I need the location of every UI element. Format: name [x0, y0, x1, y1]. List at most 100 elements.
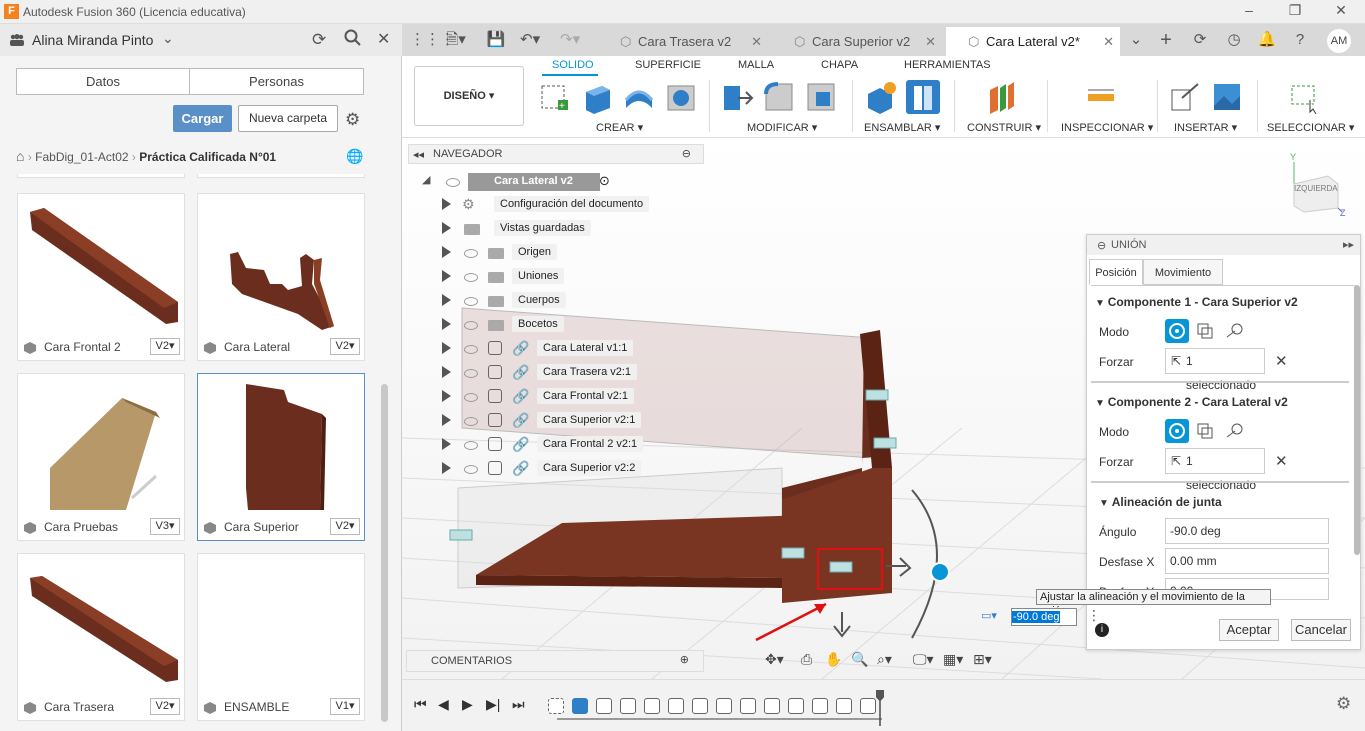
eye-icon[interactable] — [464, 369, 478, 378]
more-options-icon[interactable]: ⋮ — [1087, 607, 1101, 624]
file-card[interactable]: Cara Lateral V2▾ — [197, 193, 365, 361]
eye-icon[interactable] — [464, 249, 478, 258]
expand-arrow-icon[interactable] — [442, 342, 451, 354]
nav-item[interactable]: 🔗 Cara Superior v2:1 — [442, 412, 682, 432]
nav-item[interactable]: 🔗 Cara Frontal 2 v2:1 — [442, 436, 682, 456]
pan-icon[interactable]: ✋ — [825, 651, 842, 668]
nav-item[interactable]: Bocetos — [442, 316, 682, 336]
expand-arrow-icon[interactable] — [442, 462, 451, 474]
upload-button[interactable]: Cargar — [173, 105, 232, 132]
team-icon[interactable] — [9, 34, 25, 46]
expand-arrow-icon[interactable] — [442, 390, 451, 402]
nav-item[interactable]: 🔗 Cara Lateral v1:1 — [442, 340, 682, 360]
tab-chapa[interactable]: CHAPA — [821, 59, 858, 71]
extrude-icon[interactable] — [580, 80, 614, 114]
timeline-joint-feature[interactable] — [596, 698, 612, 714]
collapse-icon[interactable]: ◂◂ — [413, 148, 424, 161]
scrollbar[interactable] — [381, 384, 388, 722]
ok-button[interactable]: Aceptar — [1219, 619, 1279, 641]
timeline-joint-feature[interactable] — [716, 698, 732, 714]
two-edge-intersection-icon[interactable] — [1223, 319, 1247, 343]
go-to-end-icon[interactable]: ⏭ — [512, 696, 525, 713]
timeline-extrude-feature[interactable] — [572, 698, 588, 714]
tab-datos[interactable]: Datos — [16, 68, 190, 95]
file-card[interactable]: ENSAMBLE V1▾ — [197, 553, 365, 721]
component1-section[interactable]: Componente 1 - Cara Superior v2 — [1095, 295, 1298, 309]
doc-tab[interactable]: ⬡ Cara Trasera v2 ✕ — [598, 27, 768, 56]
activate-icon[interactable]: ⊙ — [599, 173, 610, 189]
clear-selection-icon[interactable]: ✕ — [1275, 352, 1288, 370]
fillet-icon[interactable] — [762, 80, 796, 114]
timeline-settings-icon[interactable]: ⚙ — [1336, 694, 1351, 714]
tab-movimiento[interactable]: Movimiento — [1143, 259, 1223, 285]
cancel-button[interactable]: Cancelar — [1291, 619, 1351, 641]
press-pull-icon[interactable] — [720, 80, 754, 114]
timeline-joint-feature[interactable] — [668, 698, 684, 714]
nav-item[interactable]: ⚙ Configuración del documento — [442, 196, 682, 216]
maximize-icon[interactable]: ❐ — [1284, 2, 1306, 22]
tab-herramientas[interactable]: HERRAMIENTAS — [904, 59, 991, 71]
two-edge-intersection-icon[interactable] — [1223, 419, 1247, 443]
hole-icon[interactable] — [664, 80, 698, 114]
expand-arrow-icon[interactable] — [442, 438, 451, 450]
version-dropdown[interactable]: V2▾ — [150, 698, 180, 715]
timeline-joint-feature[interactable] — [740, 698, 756, 714]
comments-panel[interactable]: COMENTARIOS ⊕ — [406, 650, 704, 672]
nav-item[interactable]: Uniones — [442, 268, 682, 288]
dialog-scrollbar[interactable] — [1354, 285, 1360, 555]
timeline-marker[interactable] — [876, 690, 884, 726]
navigator-header[interactable]: ◂◂ NAVEGADOR ⊖ — [408, 144, 704, 164]
expand-icon[interactable]: ▸▸ — [1343, 238, 1354, 251]
version-dropdown[interactable]: V2▾ — [330, 338, 360, 355]
selection-box[interactable]: ⇱ 1 seleccionado — [1165, 448, 1265, 492]
close-tab-icon[interactable]: ✕ — [925, 27, 936, 56]
timeline-joint-feature[interactable] — [860, 698, 876, 714]
zoom-window-icon[interactable]: ⌕▾ — [877, 651, 892, 668]
version-dropdown[interactable]: V2▾ — [330, 518, 360, 535]
measure-icon[interactable] — [1084, 80, 1118, 114]
nav-item[interactable]: Vistas guardadas — [442, 220, 682, 240]
angle-type-icon[interactable]: ▭▾ — [981, 609, 997, 622]
expand-arrow-icon[interactable] — [442, 246, 451, 258]
group-crear[interactable]: CREAR ▾ — [596, 121, 643, 134]
nav-item[interactable]: Origen — [442, 244, 682, 264]
eye-icon[interactable] — [446, 178, 460, 187]
timeline-joint-feature[interactable] — [788, 698, 804, 714]
save-icon[interactable]: 💾 — [486, 30, 506, 50]
workspace-switcher[interactable]: DISEÑO ▾ — [414, 66, 524, 126]
eye-icon[interactable] — [464, 441, 478, 450]
play-icon[interactable]: ▶ — [462, 696, 473, 713]
dialog-header[interactable]: ⊖ UNIÓN ▸▸ — [1087, 235, 1360, 255]
clear-selection-icon[interactable]: ✕ — [1275, 452, 1288, 470]
viewcube[interactable]: Y Z IZQUIERDA — [1284, 150, 1350, 218]
display-settings-icon[interactable]: 🖵▾ — [913, 651, 934, 668]
nav-item[interactable]: 🔗 Cara Superior v2:2 — [442, 460, 682, 480]
nav-item[interactable]: 🔗 Cara Frontal v2:1 — [442, 388, 682, 408]
timeline-joint-feature[interactable] — [764, 698, 780, 714]
shell-icon[interactable] — [804, 80, 838, 114]
tab-solido[interactable]: SOLIDO — [552, 59, 594, 71]
expand-arrow-icon[interactable] — [442, 366, 451, 378]
new-tab-icon[interactable]: + — [1156, 30, 1176, 50]
minimize-icon[interactable]: – — [1238, 2, 1260, 22]
clock-icon[interactable]: ◷ — [1224, 30, 1244, 50]
step-back-icon[interactable]: ◀ — [438, 696, 449, 713]
create-sketch-icon[interactable]: + — [538, 80, 572, 114]
breadcrumb-project[interactable]: FabDig_01-Act02 — [35, 150, 128, 164]
inline-angle-input[interactable]: -90.0 deg — [1011, 608, 1077, 626]
close-panel-icon[interactable]: ✕ — [377, 29, 390, 49]
tab-malla[interactable]: MALLA — [738, 59, 774, 71]
minimize-icon[interactable]: ⊖ — [1097, 239, 1106, 252]
timeline-joint-feature[interactable] — [836, 698, 852, 714]
add-comment-icon[interactable]: ⊕ — [680, 653, 689, 666]
group-insertar[interactable]: INSERTAR ▾ — [1174, 121, 1237, 134]
version-dropdown[interactable]: V1▾ — [330, 698, 360, 715]
tab-personas[interactable]: Personas — [189, 68, 364, 95]
angle-input[interactable]: -90.0 deg — [1165, 518, 1329, 544]
eye-icon[interactable] — [464, 417, 478, 426]
bell-icon[interactable]: 🔔 — [1257, 30, 1277, 50]
close-tab-icon[interactable]: ✕ — [751, 27, 762, 56]
help-icon[interactable]: ? — [1290, 30, 1310, 50]
version-dropdown[interactable]: V3▾ — [150, 518, 180, 535]
between-two-faces-icon[interactable] — [1193, 419, 1217, 443]
